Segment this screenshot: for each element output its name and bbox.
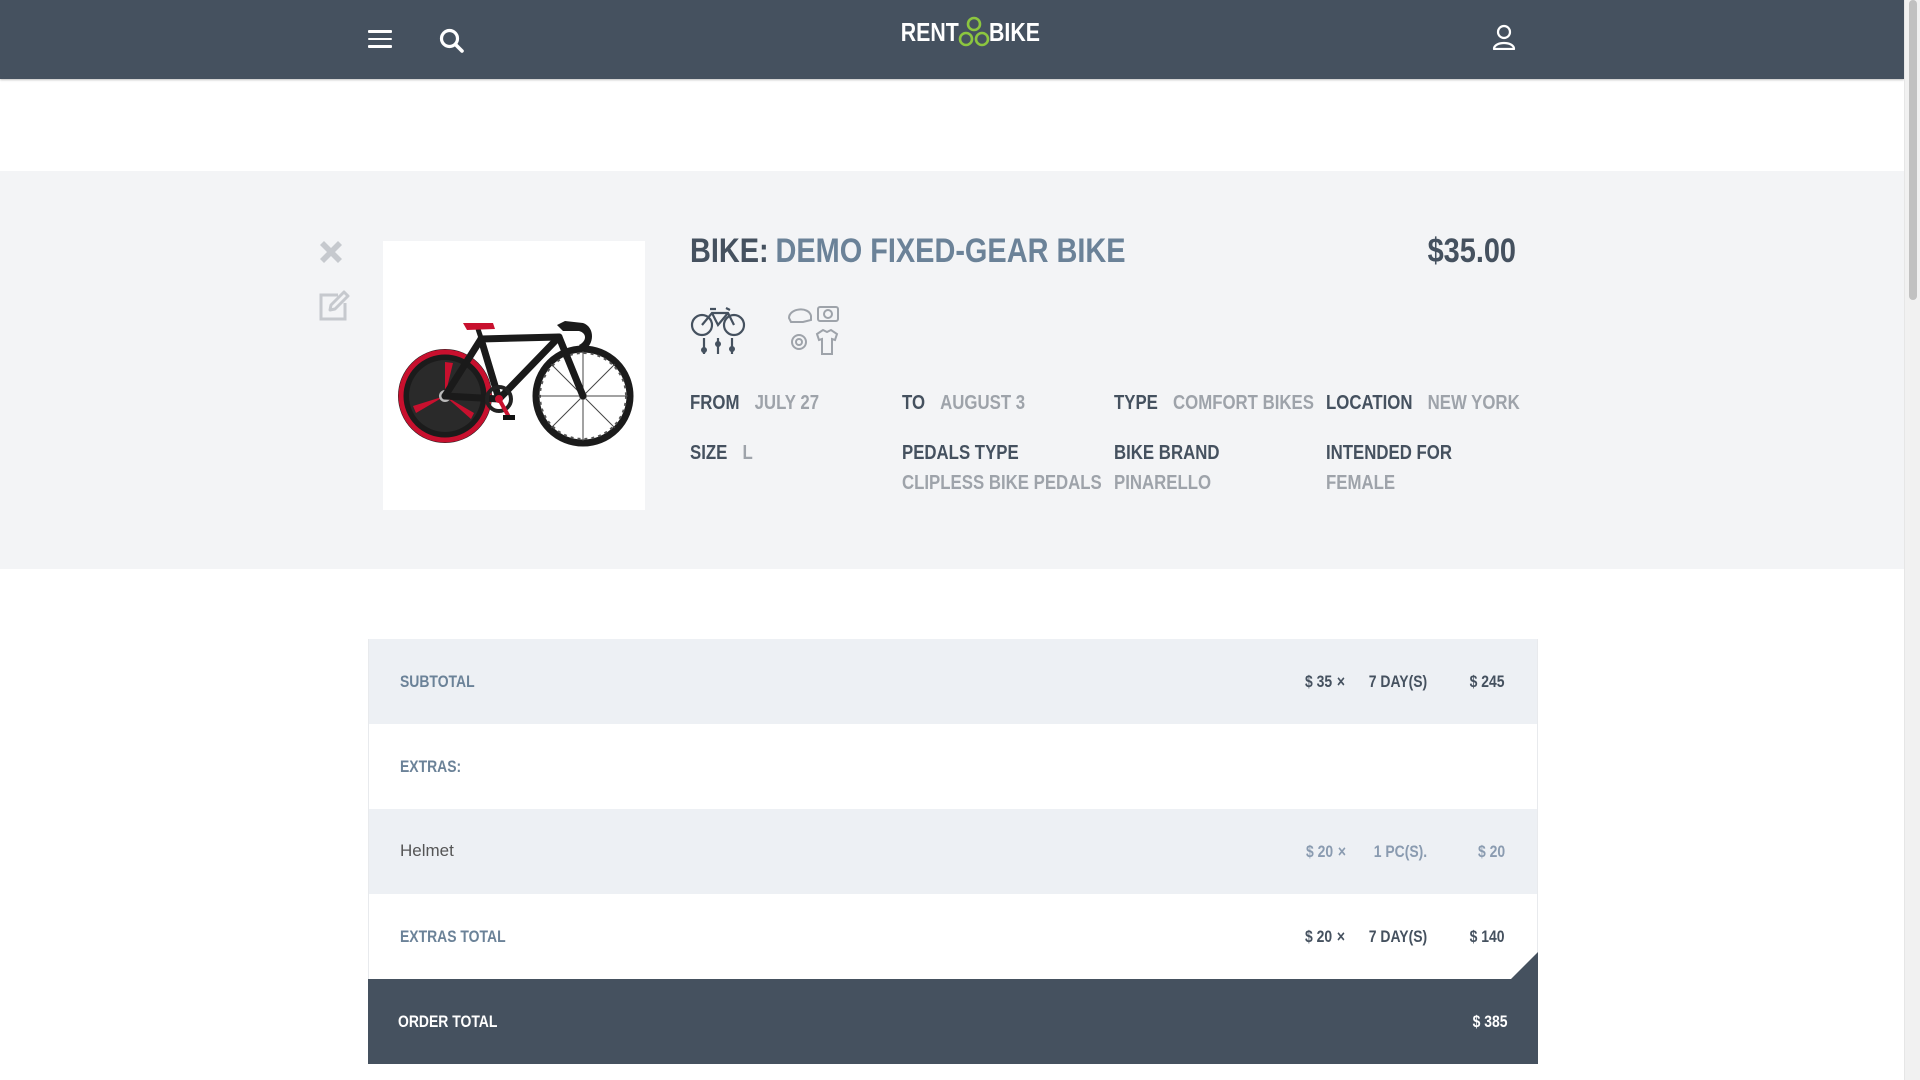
subtotal-times: × xyxy=(1336,672,1346,691)
extra-item-amount: $ 20 xyxy=(1477,842,1505,861)
extras-total-row: EXTRAS TOTAL $ 20 × 7 DAY(S) $ 140 xyxy=(368,894,1538,979)
attr-location-label: LOCATION xyxy=(1326,392,1413,414)
attr-type: TYPE COMFORT BIKES xyxy=(1114,392,1314,415)
logo-text-right: BIKE xyxy=(988,16,1040,47)
attr-location-value: NEW YORK xyxy=(1427,392,1520,414)
extra-item-row: Helmet $ 20 × 1 PC(S). $ 20 xyxy=(368,809,1538,894)
attr-intended-label: INTENDED FOR xyxy=(1326,442,1452,464)
order-total-row: ORDER TOTAL $ 385 xyxy=(368,952,1538,1064)
search-icon[interactable] xyxy=(438,27,466,55)
product-price: $35.00 xyxy=(1427,232,1516,270)
scrollbar-thumb[interactable] xyxy=(1909,0,1917,300)
attr-intended-value: FEMALE xyxy=(1326,472,1396,494)
title-prefix: BIKE: xyxy=(690,232,769,270)
bike-settings-icon[interactable] xyxy=(690,304,746,361)
extra-item-name: Helmet xyxy=(400,841,454,860)
user-icon[interactable] xyxy=(1492,24,1516,51)
product-title: BIKE: DEMO FIXED-GEAR BIKE xyxy=(690,232,1126,271)
product-name[interactable]: DEMO FIXED-GEAR BIKE xyxy=(775,232,1125,271)
logo-chain-icon xyxy=(958,16,990,47)
subtotal-amount: $ 245 xyxy=(1470,672,1505,691)
extra-item-times: × xyxy=(1337,842,1347,861)
extras-total-label: EXTRAS TOTAL xyxy=(400,927,506,946)
attr-type-value: COMFORT BIKES xyxy=(1173,392,1314,414)
extras-total-amount: $ 140 xyxy=(1470,927,1505,946)
accessories-icon[interactable] xyxy=(785,304,841,361)
bike-image[interactable] xyxy=(383,241,645,510)
attr-from: FROM JULY 27 xyxy=(690,392,819,415)
subtotal-unit-price: $ 35 xyxy=(1304,672,1332,691)
site-logo[interactable]: RENT BIKE xyxy=(888,14,1051,50)
attr-to-value: AUGUST 3 xyxy=(940,392,1026,414)
order-summary-table: SUBTOTAL $ 35 × 7 DAY(S) $ 245 EXTRAS: H… xyxy=(368,639,1538,1064)
extras-header-row: EXTRAS: xyxy=(368,724,1538,809)
attr-location: LOCATION NEW YORK xyxy=(1326,392,1520,415)
extras-total-unit-price: $ 20 xyxy=(1304,927,1332,946)
subtotal-row: SUBTOTAL $ 35 × 7 DAY(S) $ 245 xyxy=(368,639,1538,724)
order-total-amount: $ 385 xyxy=(1473,1012,1508,1031)
attr-type-label: TYPE xyxy=(1114,392,1158,414)
menu-icon[interactable] xyxy=(368,30,392,48)
attr-brand: BIKE BRAND PINARELLO xyxy=(1114,442,1219,495)
subtotal-label: SUBTOTAL xyxy=(400,672,475,691)
attr-from-label: FROM xyxy=(690,392,740,414)
extras-total-qty: 7 DAY(S) xyxy=(1368,927,1427,946)
attr-size-label: SIZE xyxy=(690,442,728,464)
attr-size-value: L xyxy=(742,442,753,464)
page-scrollbar[interactable] xyxy=(1904,0,1920,1080)
extra-item-unit-price: $ 20 xyxy=(1305,842,1333,861)
attr-brand-label: BIKE BRAND xyxy=(1114,442,1220,464)
extra-item-qty: 1 PC(S). xyxy=(1373,842,1427,861)
attr-to-label: TO xyxy=(902,392,926,414)
attr-from-value: JULY 27 xyxy=(754,392,820,414)
subtotal-qty: 7 DAY(S) xyxy=(1368,672,1427,691)
logo-text-left: RENT xyxy=(900,16,959,47)
edit-item-icon[interactable] xyxy=(316,289,350,323)
top-navigation-bar: RENT BIKE xyxy=(0,0,1904,79)
order-total-label: ORDER TOTAL xyxy=(398,1012,498,1031)
extras-label: EXTRAS: xyxy=(400,757,462,776)
attr-size: SIZE L xyxy=(690,442,753,465)
attr-pedals-label: PEDALS TYPE xyxy=(902,442,1019,464)
attr-to: TO AUGUST 3 xyxy=(902,392,1025,415)
attr-brand-value: PINARELLO xyxy=(1114,472,1212,494)
corner-decoration xyxy=(1511,952,1538,979)
attr-pedals-value: CLIPLESS BIKE PEDALS xyxy=(902,472,1102,494)
cart-item-panel xyxy=(0,171,1904,569)
attr-pedals: PEDALS TYPE CLIPLESS BIKE PEDALS xyxy=(902,442,1102,495)
attr-intended: INTENDED FOR FEMALE xyxy=(1326,442,1452,495)
remove-item-icon[interactable] xyxy=(316,237,346,267)
extras-total-times: × xyxy=(1336,927,1346,946)
